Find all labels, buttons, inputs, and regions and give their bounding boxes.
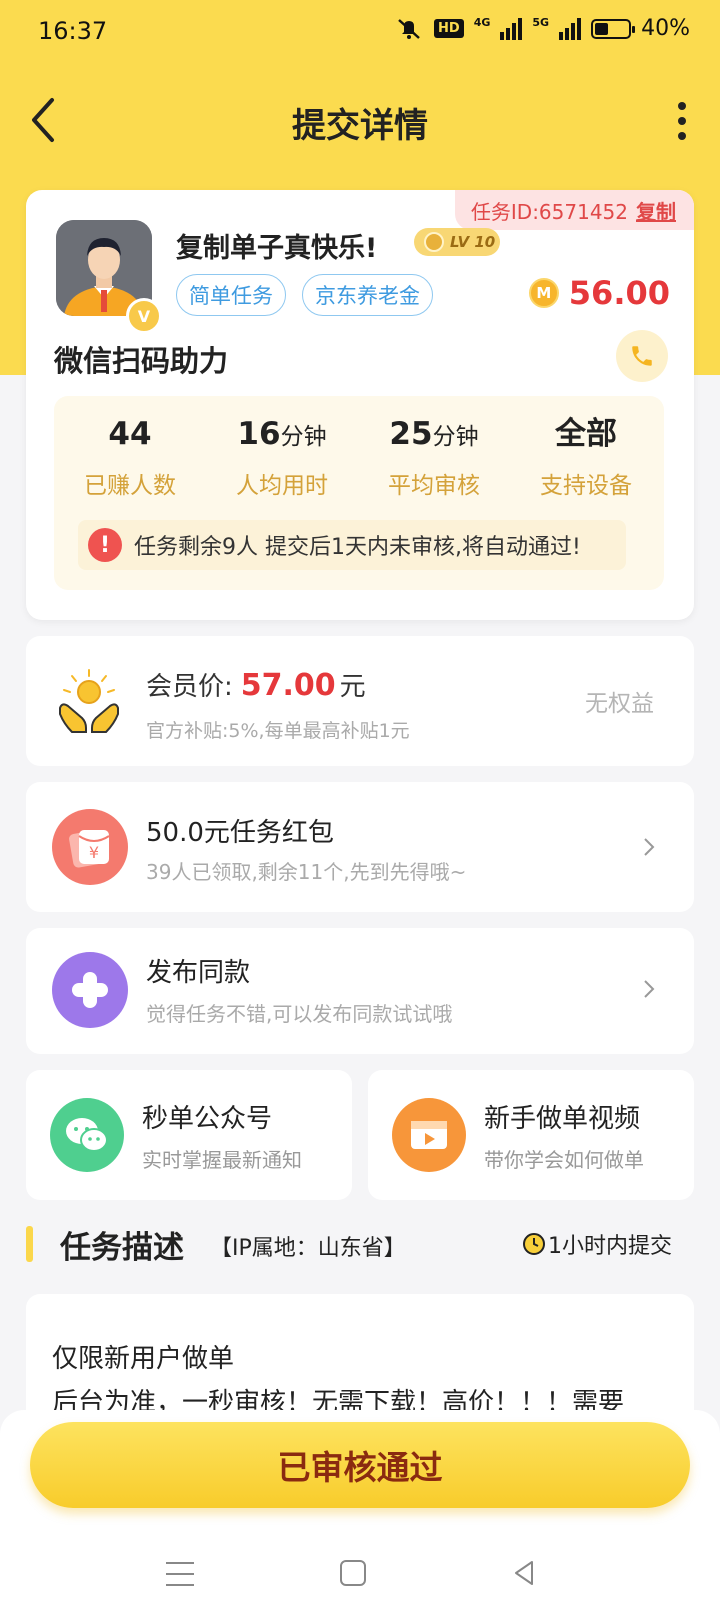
stat-label: 支持设备: [540, 473, 632, 499]
task-id-bar: 任务ID:6571452 复制: [454, 190, 694, 230]
task-summary-card: 任务ID:6571452 复制 V 复制单子真快乐! LV 10 简单任务 京东…: [26, 190, 694, 620]
recent-apps-icon[interactable]: [166, 1562, 194, 1586]
task-description-header: 任务描述 【IP属地：山东省】 1小时内提交: [26, 1220, 694, 1270]
status-bar: 16:37 HD 4G 5G 40%: [0, 0, 720, 66]
status-icons: HD 4G 5G 40%: [394, 16, 690, 41]
task-red-packet-card[interactable]: ¥ 50.0元任务红包 39人已领取,剩余11个,先到先得哦~: [26, 782, 694, 912]
tag-simple-task: 简单任务: [176, 274, 286, 316]
stat-value: 44: [108, 416, 152, 452]
task-id: 任务ID:6571452: [470, 199, 628, 224]
chevron-right-icon: [644, 838, 655, 856]
system-navigation-bar: [0, 1548, 720, 1598]
signal-icon-2: [559, 17, 582, 40]
tutorial-video-subtitle: 带你学会如何做单: [484, 1148, 644, 1172]
approved-status-button[interactable]: 已审核通过: [30, 1422, 690, 1508]
phone-icon: [632, 346, 652, 366]
task-stats: 44 已赚人数 16分钟 人均用时 25分钟 平均审核 全部 支持设备 ! 任务…: [54, 396, 664, 590]
video-icon: [392, 1098, 466, 1172]
task-reward: M 56.00: [528, 274, 670, 312]
app-header: 提交详情: [0, 80, 720, 160]
copy-id-button[interactable]: 复制: [636, 196, 676, 225]
task-notice: ! 任务剩余9人 提交后1天内未审核,将自动通过!: [78, 520, 626, 570]
battery-percent: 40%: [641, 16, 690, 41]
network-4g-label: 4G: [473, 16, 491, 29]
chevron-right-icon: [644, 980, 655, 998]
member-price-amount: 57.00: [240, 668, 336, 703]
tutorial-video-title: 新手做单视频: [484, 1104, 641, 1134]
section-title: 任务描述: [60, 1230, 184, 1266]
member-price-label: 会员价:: [146, 672, 233, 702]
submit-deadline: 1小时内提交: [522, 1228, 672, 1260]
system-back-icon[interactable]: [510, 1558, 538, 1588]
member-subsidy-note: 官方补贴:5%,每单最高补贴1元: [146, 720, 410, 742]
stat-value: 25: [389, 416, 433, 452]
reward-amount: 56.00: [568, 274, 670, 312]
stat-label: 已赚人数: [84, 473, 176, 499]
phone-call-button[interactable]: [616, 330, 668, 382]
official-account-subtitle: 实时掌握最新通知: [142, 1148, 302, 1172]
vip-badge: V: [126, 298, 162, 334]
stat-value: 16: [237, 416, 281, 452]
home-icon[interactable]: [340, 1560, 366, 1586]
alert-icon: !: [88, 528, 122, 562]
submit-deadline-text: 1小时内提交: [548, 1234, 672, 1259]
clock-icon: [523, 1233, 545, 1255]
battery-icon: [591, 18, 636, 39]
official-account-title: 秒单公众号: [142, 1104, 273, 1134]
red-packet-icon: ¥: [52, 809, 128, 885]
stat-unit: 分钟: [280, 424, 327, 450]
stat-earned-count: 44 已赚人数: [54, 414, 206, 500]
tutorial-video-card[interactable]: 新手做单视频 带你学会如何做单: [368, 1070, 694, 1200]
description-line-1: 仅限新用户做单: [52, 1344, 235, 1374]
notice-text: 任务剩余9人 提交后1天内未审核,将自动通过!: [134, 535, 581, 560]
official-account-card[interactable]: 秒单公众号 实时掌握最新通知: [26, 1070, 352, 1200]
member-price-unit: 元: [339, 672, 366, 702]
red-packet-subtitle: 39人已领取,剩余11个,先到先得哦~: [146, 860, 467, 884]
coin-icon: M: [528, 278, 559, 308]
stat-label: 人均用时: [236, 473, 328, 499]
svg-text:¥: ¥: [89, 843, 99, 862]
level-label: LV 10: [450, 233, 496, 251]
bottom-action-bar: 已审核通过: [0, 1410, 720, 1612]
stat-avg-review: 25分钟 平均审核: [358, 414, 510, 500]
publish-same-card[interactable]: 发布同款 觉得任务不错,可以发布同款试试哦: [26, 928, 694, 1054]
publisher-name: 复制单子真快乐!: [176, 233, 378, 264]
network-5g-label: 5G: [532, 16, 550, 29]
mute-icon: [398, 18, 420, 39]
plus-icon: [52, 952, 128, 1028]
publish-same-subtitle: 觉得任务不错,可以发布同款试试哦: [146, 1002, 453, 1026]
stat-unit: 分钟: [432, 424, 479, 450]
wechat-icon: [50, 1098, 124, 1172]
more-options-icon[interactable]: [668, 96, 696, 146]
task-title: 微信扫码助力: [54, 344, 229, 378]
stat-value: 全部: [555, 416, 617, 452]
stat-avg-time: 16分钟 人均用时: [206, 414, 358, 500]
publish-same-title: 发布同款: [146, 958, 251, 988]
stat-label: 平均审核: [388, 473, 480, 499]
member-price-line: 会员价: 57.00 元: [146, 666, 366, 703]
member-price-card[interactable]: 会员价: 57.00 元 官方补贴:5%,每单最高补贴1元 无权益: [26, 636, 694, 766]
page-title: 提交详情: [292, 106, 428, 146]
coin-hands-icon: [59, 669, 119, 733]
ip-location: 【IP属地：山东省】: [210, 1236, 406, 1261]
stat-devices: 全部 支持设备: [510, 414, 662, 500]
section-accent-bar: [26, 1226, 33, 1262]
tag-jd-pension: 京东养老金: [302, 274, 433, 316]
signal-icon-1: [500, 17, 523, 40]
hd-icon: HD: [434, 19, 464, 38]
member-benefit-status: 无权益: [585, 691, 654, 717]
medal-icon: [424, 232, 444, 252]
red-packet-title: 50.0元任务红包: [146, 818, 334, 848]
level-badge: LV 10: [414, 228, 500, 256]
battery-level-fill: [595, 22, 609, 35]
status-time: 16:37: [38, 17, 108, 45]
